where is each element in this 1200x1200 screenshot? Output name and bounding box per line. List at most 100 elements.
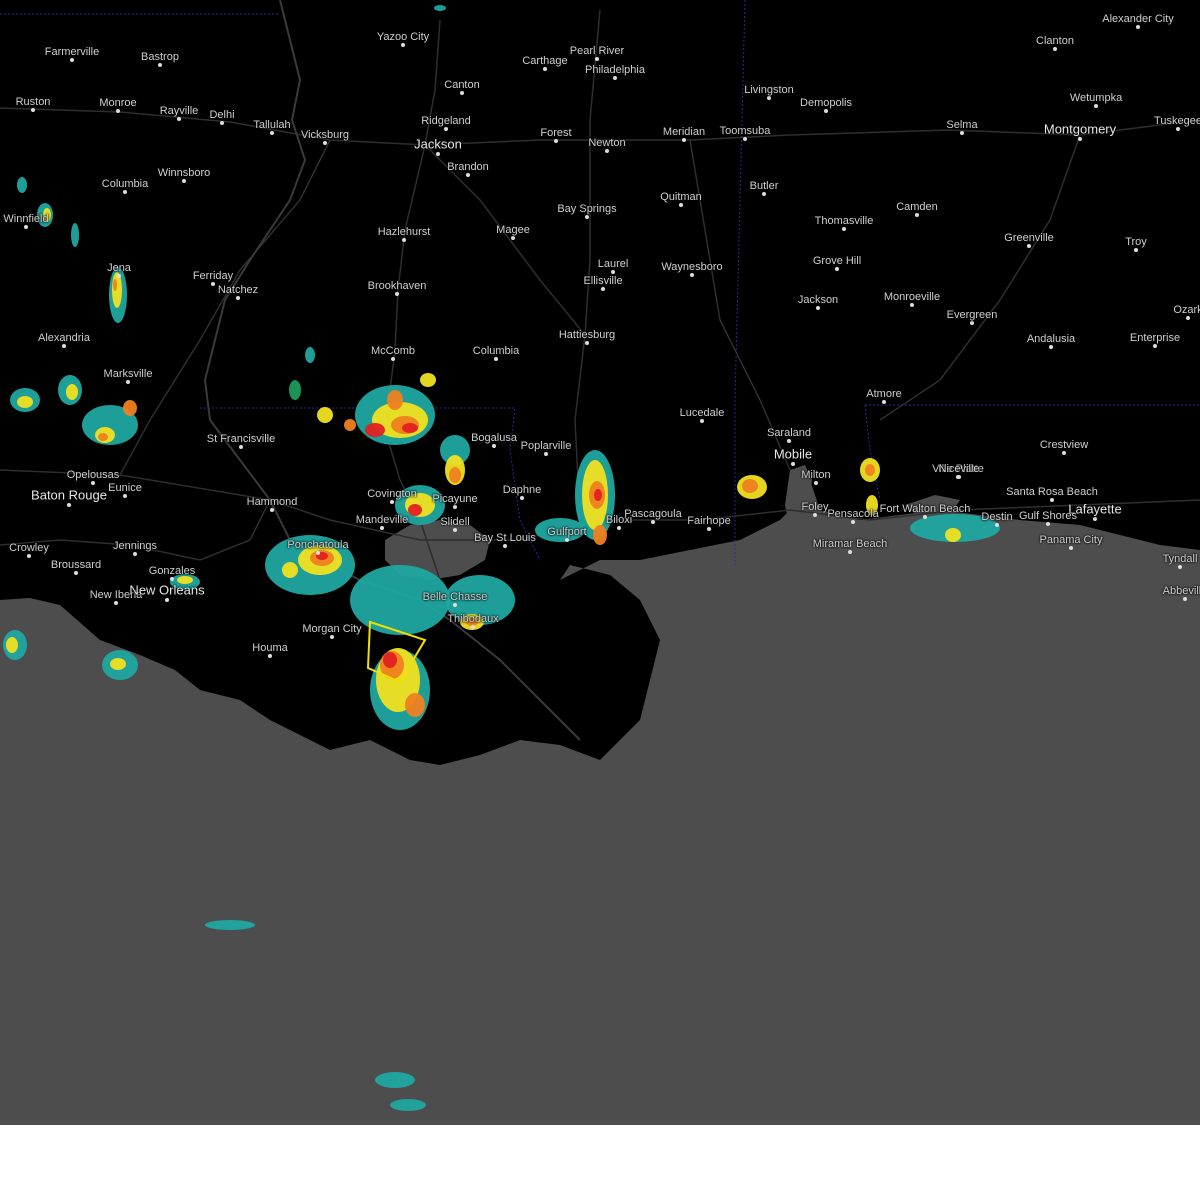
city-label[interactable]: Brookhaven [368,280,427,292]
city-label[interactable]: Poplarville [521,440,572,452]
city-label[interactable]: Quitman [660,191,702,203]
radar-map[interactable]: Farmerville Bastrop Yazoo City Carthage Pear… [0,0,1200,1125]
city-label[interactable]: Broussard [51,559,101,571]
city-label[interactable]: Newton [588,137,625,149]
city-label[interactable]: New Orleans [129,583,204,598]
city-label[interactable]: Jennings [113,540,157,552]
city-label[interactable]: Jena [107,262,131,274]
city-label[interactable]: Daphne [503,484,542,496]
city-label[interactable]: Enterprise [1130,332,1180,344]
city-label[interactable]: Tallulah [253,119,290,131]
city-label[interactable]: Yazoo City [377,31,429,43]
city-label[interactable]: McComb [371,345,415,357]
city-label[interactable]: Milton [801,469,830,481]
city-label[interactable]: Carthage [522,55,567,67]
city-label[interactable]: Andalusia [1027,333,1075,345]
city-label[interactable]: Eunice [108,482,142,494]
city-label[interactable]: Covington [367,488,417,500]
city-label[interactable]: Grove Hill [813,255,861,267]
city-label[interactable]: Demopolis [800,97,852,109]
city-label[interactable]: Hattiesburg [559,329,615,341]
city-label[interactable]: Bay St Louis [474,532,536,544]
city-label[interactable]: Miramar Beach [813,538,888,550]
city-label[interactable]: Tyndall [1163,553,1198,565]
city-label[interactable]: Ridgeland [421,115,471,127]
city-label[interactable]: Toomsuba [720,125,771,137]
city-label[interactable]: Wetumpka [1070,92,1122,104]
city-label[interactable]: Bastrop [141,51,179,63]
city-label[interactable]: Morgan City [302,623,361,635]
city-label[interactable]: Thibodaux [447,613,498,625]
city-label[interactable]: St Francisville [207,433,275,445]
city-label[interactable]: Ozark [1173,304,1200,316]
city-label[interactable]: Montgomery [1044,122,1116,137]
city-label[interactable]: Butler [750,180,779,192]
city-label[interactable]: Houma [252,642,287,654]
city-label[interactable]: Pearl River [570,45,624,57]
city-label[interactable]: Bay Springs [557,203,616,215]
city-label[interactable]: Troy [1125,236,1147,248]
city-label[interactable]: Greenville [1004,232,1054,244]
city-label[interactable]: Panama City [1040,534,1103,546]
city-label[interactable]: Vicksburg [301,129,349,141]
city-label[interactable]: Ponchatoula [287,539,348,551]
city-label[interactable]: Ruston [16,96,51,108]
city-label[interactable]: Philadelphia [585,64,645,76]
city-label[interactable]: Gulf Shores [1019,510,1077,522]
city-label[interactable]: Tuskegee [1154,115,1200,127]
city-label[interactable]: Canton [444,79,479,91]
city-label[interactable]: Natchez [218,284,258,296]
city-label[interactable]: Abbeville [1163,585,1200,597]
city-label[interactable]: Lucedale [680,407,725,419]
city-label[interactable]: Camden [896,201,938,213]
city-label[interactable]: Gulfport [547,526,586,538]
city-label[interactable]: Jackson [798,294,838,306]
city-label[interactable]: Crestview [1040,439,1088,451]
city-label[interactable]: Alexander City [1102,13,1174,25]
city-label[interactable]: Pensacola [827,508,878,520]
city-label[interactable]: Santa Rosa Beach [1006,486,1098,498]
city-label[interactable]: Brandon [447,161,489,173]
city-label[interactable]: Forest [540,127,571,139]
city-label[interactable]: Hazlehurst [378,226,431,238]
city-label[interactable]: Ellisville [583,275,622,287]
city-label[interactable]: Gonzales [149,565,195,577]
city-label[interactable]: Slidell [440,516,469,528]
city-label[interactable]: Saraland [767,427,811,439]
city-label[interactable]: Delhi [209,109,234,121]
city-label[interactable]: Magee [496,224,530,236]
city-label[interactable]: Niceville [939,463,980,475]
city-label[interactable]: Clanton [1036,35,1074,47]
city-label[interactable]: Columbia [473,345,519,357]
city-label[interactable]: Winnsboro [158,167,211,179]
city-label[interactable]: Livingston [744,84,794,96]
city-label[interactable]: Columbia [102,178,148,190]
city-label[interactable]: Waynesboro [661,261,722,273]
city-label[interactable]: Ferriday [193,270,233,282]
city-label[interactable]: Foley [802,501,829,513]
city-label[interactable]: Mandeville [356,514,409,526]
city-label[interactable]: Fairhope [687,515,730,527]
city-label[interactable]: Destin [981,511,1012,523]
city-label[interactable]: Picayune [432,493,477,505]
city-label[interactable]: Jackson [414,137,462,152]
city-label[interactable]: Evergreen [947,309,998,321]
city-label[interactable]: Marksville [104,368,153,380]
city-label[interactable]: Mobile [774,447,812,462]
city-label[interactable]: Laurel [598,258,629,270]
city-label[interactable]: Fort Walton Beach [880,503,971,515]
city-label[interactable]: Atmore [866,388,901,400]
city-label[interactable]: Alexandria [38,332,90,344]
city-label[interactable]: Farmerville [45,46,99,58]
city-label[interactable]: Baton Rouge [31,488,107,503]
city-label[interactable]: Hammond [247,496,298,508]
city-label[interactable]: Winnfield [3,213,48,225]
city-label[interactable]: Opelousas [67,469,120,481]
city-label[interactable]: Pascagoula [624,508,682,520]
city-label[interactable]: Bogalusa [471,432,517,444]
city-label[interactable]: Crowley [9,542,49,554]
city-label[interactable]: Monroe [99,97,136,109]
city-label[interactable]: Monroeville [884,291,940,303]
city-label[interactable]: Meridian [663,126,705,138]
city-label[interactable]: Selma [946,119,977,131]
